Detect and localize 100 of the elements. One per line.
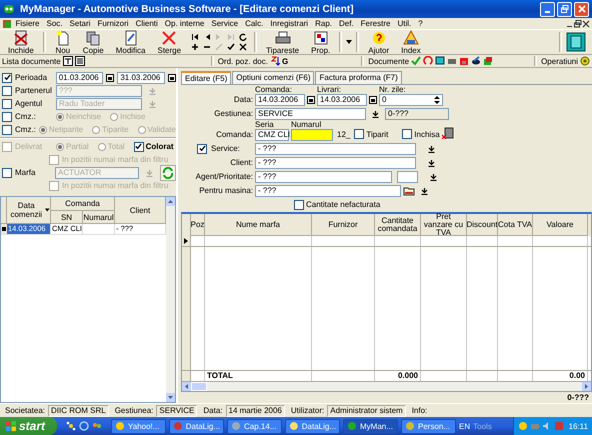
toolbar-button[interactable]: Nou (50, 30, 76, 54)
toolbar-button[interactable]: Modifica (110, 30, 150, 54)
first-record-icon[interactable] (191, 33, 200, 41)
menu-item[interactable]: Rap. (312, 19, 336, 28)
tab[interactable]: Editare (F5) (181, 71, 232, 84)
monitor-icon[interactable] (435, 56, 446, 66)
checkbox[interactable] (2, 86, 12, 96)
toolbar-button[interactable]: Inchide (3, 30, 39, 54)
column-header[interactable]: Pret vanzare cu TVA (421, 214, 467, 236)
toolbar-button[interactable]: Index (396, 30, 426, 54)
download-icon[interactable] (428, 144, 435, 152)
check-icon[interactable] (411, 56, 422, 66)
menu-item[interactable]: Op. interne (161, 19, 208, 28)
client-field[interactable]: - ??? (255, 156, 416, 168)
checkbox[interactable] (2, 124, 12, 134)
toolbar-button[interactable]: Sterge (152, 30, 186, 54)
number-field[interactable] (291, 129, 333, 141)
column-header[interactable]: Poz (191, 214, 205, 236)
download-icon[interactable] (430, 172, 437, 180)
minimize-button[interactable] (540, 2, 555, 16)
menu-item[interactable]: Service (208, 19, 242, 28)
download-icon[interactable] (421, 186, 428, 194)
remove-icon[interactable] (203, 43, 212, 51)
download-icon[interactable] (372, 110, 379, 118)
tree-view-icon[interactable] (62, 56, 73, 66)
checkbox[interactable] (2, 168, 12, 178)
ink-icon[interactable] (471, 56, 482, 66)
menu-item[interactable]: ? (414, 19, 426, 28)
checkbox[interactable] (2, 72, 12, 82)
checkbox[interactable] (2, 98, 12, 108)
checkbox[interactable] (2, 112, 12, 122)
folder-icon[interactable] (403, 186, 415, 196)
browser-icon[interactable] (79, 421, 90, 431)
checkbox[interactable] (294, 200, 304, 210)
number-spinner[interactable]: 0 (379, 94, 443, 106)
priority-field[interactable] (397, 170, 418, 182)
books-icon[interactable] (483, 56, 494, 66)
toolbar-button[interactable]: Tipareste (261, 30, 304, 54)
close-button[interactable] (574, 2, 589, 16)
menu-item[interactable]: Inregistrari (266, 19, 312, 28)
column-header[interactable]: Nume marfa (205, 214, 312, 236)
column-header[interactable]: Furnizor (312, 214, 375, 236)
taskbar-button[interactable]: MyMan... (343, 418, 398, 434)
checkbox[interactable] (354, 129, 364, 139)
column-header[interactable]: Cota TVA (498, 214, 533, 236)
date-field[interactable]: 31.03.2006 (117, 72, 165, 84)
gestiune-field[interactable]: SERVICE (255, 108, 366, 120)
menu-item[interactable]: Calc. (242, 19, 267, 28)
tab[interactable]: Factura proforma (F7) (315, 71, 402, 84)
car-field[interactable]: - ??? (255, 184, 401, 196)
dropdown-icon[interactable] (346, 40, 352, 44)
calendar-icon[interactable] (369, 96, 377, 104)
undo-icon[interactable] (423, 56, 434, 66)
checkbox[interactable] (402, 129, 412, 139)
date-field[interactable]: 01.03.2006 (56, 72, 104, 84)
start-button[interactable]: start (0, 417, 58, 435)
gear-icon[interactable] (580, 56, 590, 66)
document-cross-icon[interactable] (442, 127, 454, 139)
cancel-icon[interactable] (239, 43, 248, 51)
row-selector[interactable] (182, 236, 191, 246)
column-header[interactable]: Discount (467, 214, 498, 236)
refresh-button[interactable] (160, 164, 176, 180)
column-header[interactable]: Valoare (533, 214, 588, 236)
agent-field[interactable]: - ??? (255, 170, 392, 182)
menu-item[interactable]: Util. (394, 19, 415, 28)
add-icon[interactable] (191, 43, 200, 51)
service-field[interactable]: - ??? (255, 142, 416, 154)
checkbox[interactable] (197, 144, 207, 154)
taskbar-button[interactable]: DataLig... (285, 418, 340, 434)
taskbar-button[interactable]: Person... (401, 418, 456, 434)
menu-item[interactable]: Setari (66, 19, 94, 28)
language-indicator[interactable]: EN (459, 422, 470, 430)
toolbar-button[interactable]: Prop. (306, 30, 336, 54)
drawer-icon[interactable] (447, 56, 458, 66)
taskbar-button[interactable]: Yahoo!... (111, 418, 166, 434)
calendar-icon[interactable] (106, 74, 114, 82)
series-field[interactable]: CMZ CLI (255, 129, 289, 141)
checkbox[interactable] (49, 180, 59, 190)
menu-item[interactable]: Soc. (43, 19, 66, 28)
taskbar-button[interactable]: DataLig... (169, 418, 224, 434)
close-icon[interactable] (582, 20, 590, 28)
spin-icon[interactable] (434, 96, 440, 104)
menu-item[interactable]: Fisiere (12, 19, 44, 28)
list-view-icon[interactable] (74, 56, 85, 66)
menu-item[interactable]: Def. (336, 19, 358, 28)
sort-icon[interactable] (270, 56, 280, 66)
app-menu-icon[interactable] (2, 18, 12, 28)
messenger-icon[interactable] (92, 421, 102, 431)
confirm-icon[interactable] (227, 43, 236, 51)
calendar-icon[interactable] (168, 74, 176, 82)
download-icon[interactable] (428, 158, 435, 166)
calendar-icon[interactable] (307, 96, 315, 104)
column-header[interactable]: Numarul (83, 211, 115, 224)
column-header[interactable]: SN (51, 211, 83, 224)
taskbar-button[interactable]: Cap.14... (227, 418, 282, 434)
toolbar-button[interactable]: Copie (78, 30, 109, 54)
date-field[interactable]: 14.03.2006 (255, 94, 305, 106)
scroll-thumb[interactable] (191, 382, 207, 391)
toolbar-button[interactable]: Ajutor (363, 30, 394, 54)
date-field[interactable]: 14.03.2006 (317, 94, 367, 106)
